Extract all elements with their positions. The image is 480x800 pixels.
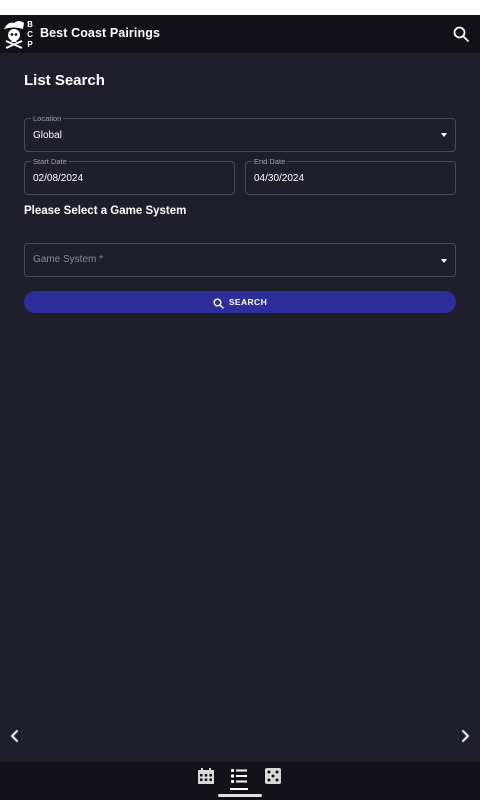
svg-text:B: B — [27, 20, 33, 29]
game-system-placeholder: Game System * — [33, 254, 104, 265]
location-label: Location — [31, 113, 64, 124]
dice-icon[interactable] — [264, 767, 282, 785]
app-title: Best Coast Pairings — [40, 26, 160, 40]
calendar-icon[interactable] — [197, 767, 215, 785]
app-bar: B C P Best Coast Pairings — [0, 15, 480, 53]
search-icon — [213, 297, 224, 309]
start-date-label: Start Date — [31, 156, 69, 167]
end-date-value: 04/30/2024 — [254, 173, 305, 184]
dropdown-arrow-icon — [441, 133, 447, 137]
end-date-label: End Date — [252, 156, 288, 167]
dropdown-arrow-icon — [441, 259, 447, 263]
active-tab-indicator — [230, 788, 248, 790]
home-gesture-handle[interactable] — [218, 794, 262, 797]
svg-text:C: C — [27, 30, 33, 39]
next-arrow-icon[interactable] — [458, 729, 472, 743]
page-title: List Search — [24, 72, 105, 89]
bottom-navigation — [0, 762, 480, 800]
end-date-field[interactable]: End Date 04/30/2024 — [245, 156, 456, 195]
location-select[interactable]: Location Global — [24, 113, 456, 152]
location-value: Global — [33, 130, 62, 141]
start-date-value: 02/08/2024 — [33, 173, 84, 184]
status-bar — [0, 0, 480, 15]
search-icon[interactable] — [452, 25, 470, 43]
app-logo[interactable]: B C P — [2, 17, 36, 51]
start-date-field[interactable]: Start Date 02/08/2024 — [24, 156, 235, 195]
list-icon[interactable] — [230, 767, 248, 785]
search-button-label: SEARCH — [228, 297, 268, 307]
svg-text:P: P — [27, 40, 33, 49]
section-title: Please Select a Game System — [24, 205, 187, 217]
game-system-select[interactable]: Game System * — [24, 243, 456, 277]
previous-arrow-icon[interactable] — [8, 729, 22, 743]
search-button[interactable]: SEARCH — [24, 291, 456, 313]
